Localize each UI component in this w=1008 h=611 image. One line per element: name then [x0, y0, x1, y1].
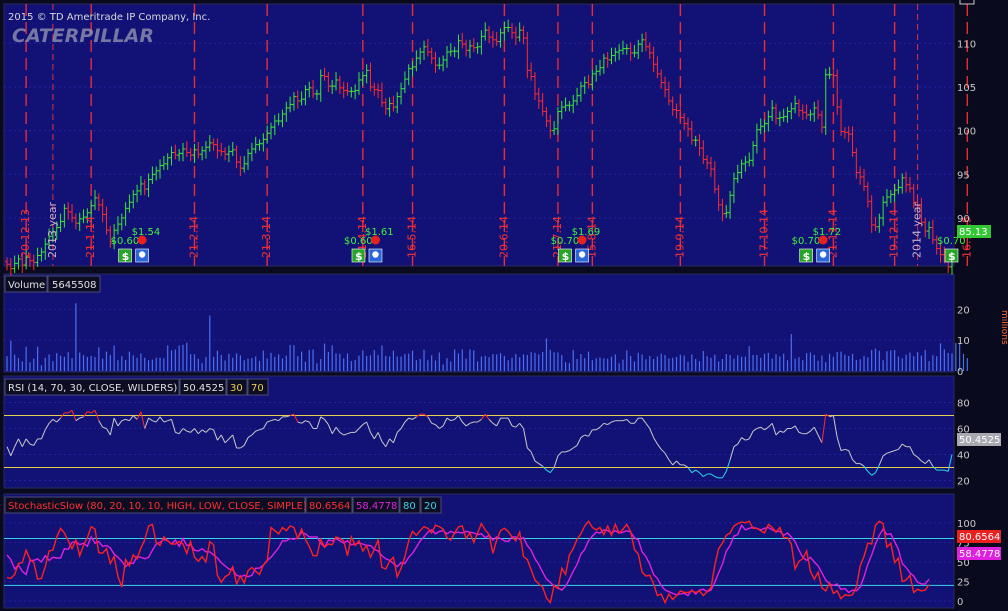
event-label: 19.12.14: [888, 209, 901, 258]
volume-panel: [3, 273, 955, 373]
dividend-icon-glyph: $: [562, 250, 570, 263]
stoch-tick-label: 25: [957, 578, 970, 589]
stoch-oversold: 20: [424, 501, 437, 512]
rsi-lower-level: 30: [230, 383, 243, 394]
company-logo: CATERPILLAR: [12, 25, 154, 47]
earnings-icon-bulb: [819, 251, 827, 258]
rsi-title: RSI (14, 70, 30, CLOSE, WILDERS): [8, 383, 177, 394]
event-label: 2014 year: [911, 201, 924, 258]
volume-title: Volume: [8, 280, 45, 291]
event-label: 17.10.14: [758, 209, 771, 258]
price-tick-label: 100: [957, 127, 976, 138]
earnings-icon-bulb: [138, 251, 146, 258]
rsi-tag-value: 50.4525: [959, 435, 1000, 446]
earnings-amount: $1.61: [365, 227, 394, 238]
earnings-alert-icon: [577, 235, 587, 245]
last-price-value: 85.13: [959, 227, 988, 238]
price-tick-label: 105: [957, 83, 976, 94]
earnings-alert-icon: [137, 235, 147, 245]
price-tick-label: 95: [957, 170, 970, 181]
earnings-alert-icon: [818, 235, 828, 245]
stoch-tick-label: 100: [957, 519, 976, 530]
event-label: 19.9.14: [673, 216, 686, 258]
stoch-title: StochasticSlow (80, 20, 10, 10, HIGH, LO…: [8, 501, 307, 512]
stoch-k-tag-value: 80.6564: [959, 532, 1000, 543]
event-label: 16.5.14: [406, 216, 419, 258]
event-label: 20.6.14: [497, 216, 510, 258]
earnings-amount: $1.54: [132, 227, 161, 238]
stoch-d-tag-value: 58.4778: [959, 549, 1000, 560]
stoch-overbought: 80: [403, 501, 416, 512]
stoch-d-value: 58.4778: [356, 501, 397, 512]
volume-tick-label: 0: [957, 367, 963, 378]
event-label: 20.12.13: [19, 209, 32, 258]
dividend-icon-glyph: $: [122, 250, 130, 263]
event-label: 21.1.14: [84, 216, 97, 258]
rsi-value: 50.4525: [183, 383, 224, 394]
rsi-tick-label: 20: [957, 477, 970, 488]
earnings-amount: $1.69: [572, 227, 601, 238]
volume-tick-label: 20: [957, 305, 970, 316]
rsi-tick-label: 80: [957, 399, 970, 410]
volume-tick-label: 10: [957, 336, 970, 347]
volume-axis-label: millions: [999, 310, 1008, 345]
earnings-icon-bulb: [372, 251, 379, 258]
earnings-icon-bulb: [578, 251, 586, 258]
rsi-upper-level: 70: [251, 383, 264, 394]
event-label: 21.3.14: [260, 216, 273, 258]
event-label: 2013 year: [46, 201, 59, 258]
volume-value: 5645508: [52, 280, 97, 291]
earnings-amount: $1.72: [813, 227, 842, 238]
dividend-icon-glyph: $: [948, 250, 956, 263]
copyright-text: 2015 © TD Ameritrade IP Company, Inc.: [8, 12, 210, 23]
price-tick-label: 90: [957, 214, 970, 225]
chart-canvas: 20.12.13 2013 year 21.1.14 21.2.14 21.3.14 21…: [0, 0, 1008, 611]
stoch-k-value: 80.6564: [309, 501, 350, 512]
dividend-icon-glyph: $: [355, 250, 363, 263]
earnings-alert-icon: [370, 235, 380, 245]
price-tick-label: 110: [957, 39, 976, 50]
rsi-tick-label: 40: [957, 451, 970, 462]
dividend-icon-glyph: $: [803, 250, 811, 263]
stoch-tick-label: 0: [957, 597, 963, 608]
event-label: 21.2.14: [187, 216, 200, 258]
